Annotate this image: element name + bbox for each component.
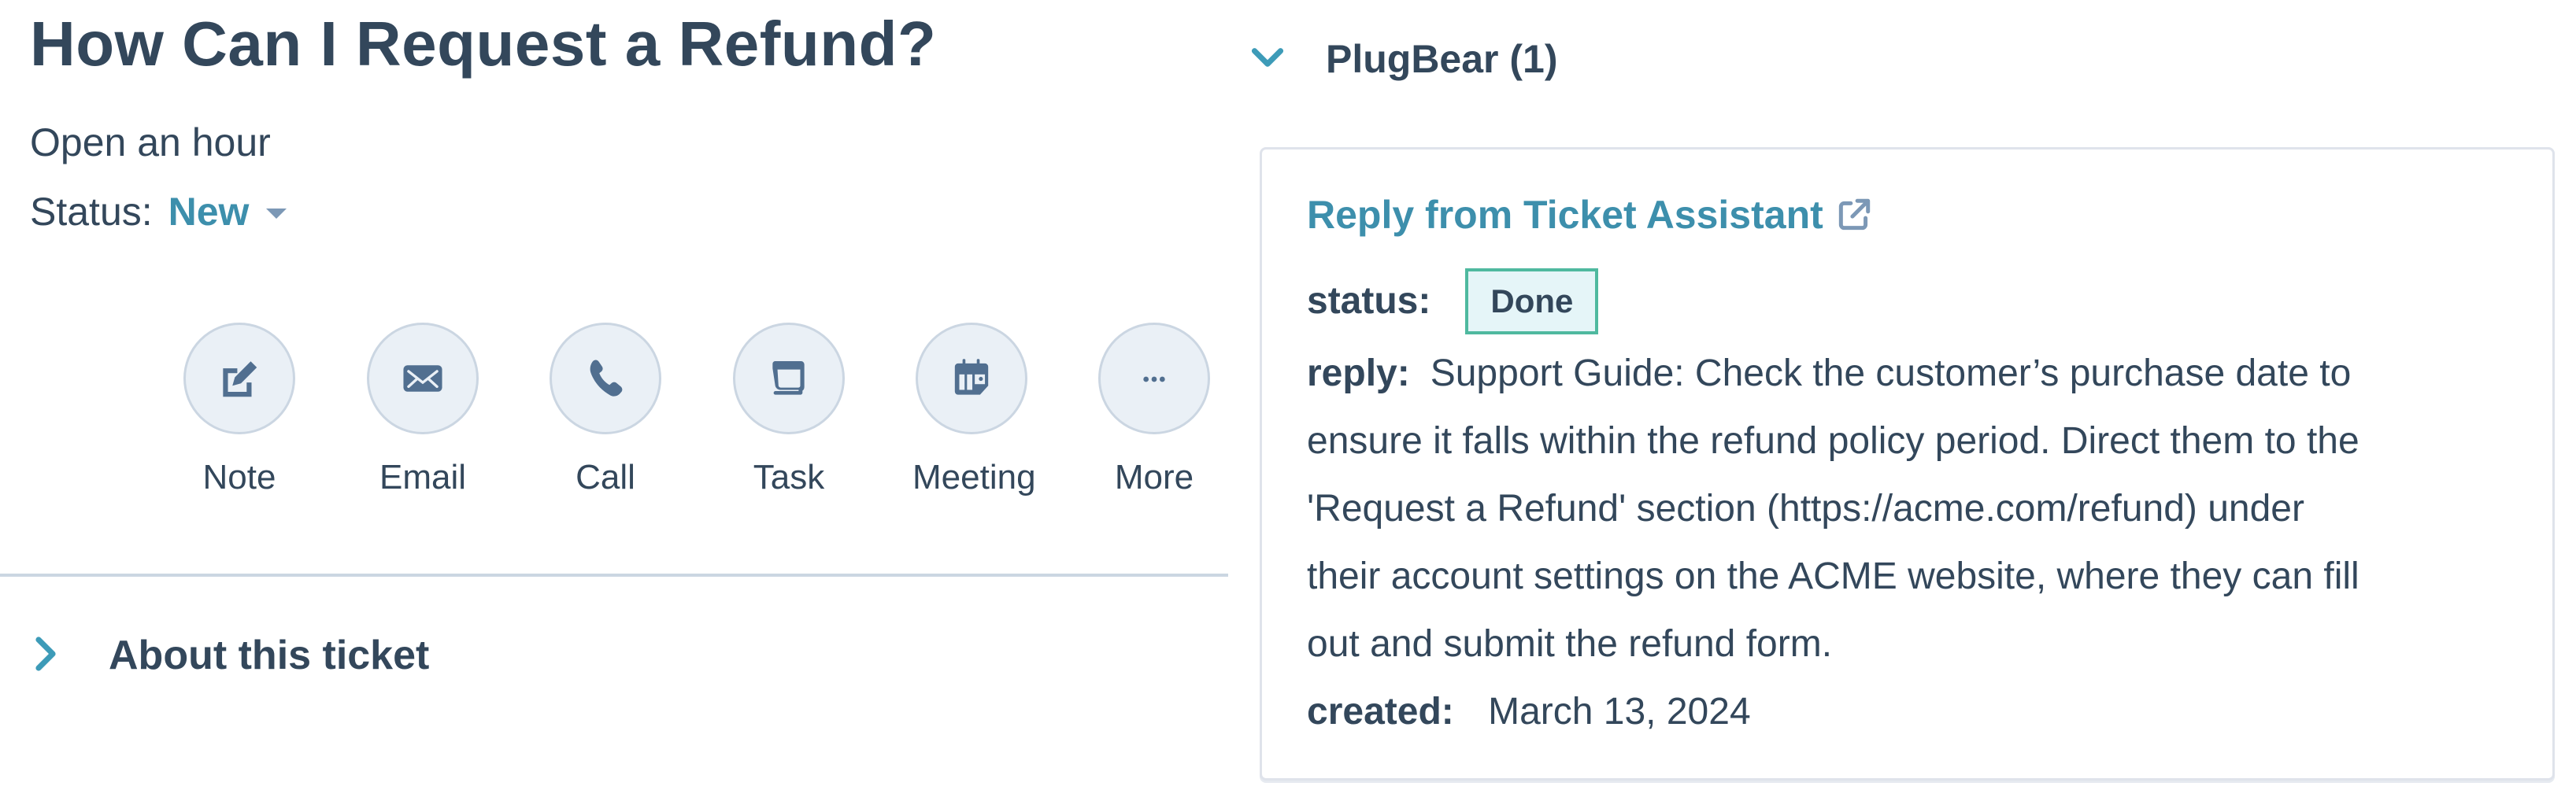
note-edit-icon — [223, 361, 257, 397]
reply-text-line: their account settings on the ACME websi… — [1307, 555, 2359, 597]
ticket-title: How Can I Request a Refund? — [30, 9, 937, 79]
call-action-button[interactable]: Call — [546, 323, 664, 499]
note-action-circle[interactable] — [183, 323, 295, 434]
more-action-label: More — [1114, 458, 1194, 496]
more-action-circle[interactable] — [1098, 323, 1210, 434]
status-label: Status: — [30, 190, 153, 234]
reply-key: reply: — [1307, 352, 1410, 394]
reply-text-line: 'Request a Refund' section (https://acme… — [1307, 488, 2304, 530]
call-action-label: Call — [576, 458, 635, 496]
reply-from-ticket-assistant-link[interactable]: Reply from Ticket Assistant — [1307, 189, 1874, 241]
phone-icon — [590, 360, 623, 397]
status-key: status: — [1307, 280, 1431, 322]
note-action-label: Note — [202, 458, 276, 496]
task-action-circle[interactable] — [733, 323, 845, 434]
email-icon — [403, 365, 442, 392]
created-value: March 13, 2024 — [1488, 691, 1751, 733]
more-action-button[interactable]: More — [1095, 323, 1213, 499]
card-created-field: created: March 13, 2024 — [1307, 678, 1751, 746]
caret-down-icon — [266, 208, 287, 219]
chevron-down-icon — [1250, 44, 1285, 75]
status-value: New — [168, 190, 250, 234]
note-action-button[interactable]: Note — [180, 323, 298, 499]
ticket-status-row: Status: New — [30, 186, 287, 238]
reply-link-text: Reply from Ticket Assistant — [1307, 193, 1823, 237]
section-divider — [0, 574, 1228, 577]
about-ticket-label: About this ticket — [109, 633, 430, 678]
task-action-button[interactable]: Task — [730, 323, 848, 499]
card-reply-field: reply: Support Guide: Check the customer’… — [1307, 340, 2535, 678]
card-status-field: status: Done — [1307, 268, 1599, 335]
status-badge: Done — [1465, 268, 1599, 334]
call-action-circle[interactable] — [550, 323, 661, 434]
reply-text-line: Support Guide: Check the customer’s purc… — [1430, 352, 2352, 394]
plugbear-header-label: PlugBear (1) — [1326, 37, 1558, 81]
created-key: created: — [1307, 691, 1454, 733]
reply-line: reply: Support Guide: Check the customer’… — [1307, 340, 2535, 408]
meeting-action-circle[interactable] — [916, 323, 1027, 434]
task-action-label: Task — [753, 458, 825, 496]
meeting-action-label: Meeting — [912, 458, 1036, 496]
status-dropdown[interactable]: New — [168, 186, 287, 238]
email-action-label: Email — [379, 458, 467, 496]
reply-text-line: out and submit the refund form. — [1307, 623, 1833, 665]
external-link-icon — [1838, 198, 1870, 231]
meeting-action-button[interactable]: Meeting — [912, 323, 1036, 499]
reply-text-line: ensure it falls within the refund policy… — [1307, 420, 2359, 462]
email-action-circle[interactable] — [367, 323, 479, 434]
email-action-button[interactable]: Email — [364, 323, 482, 499]
more-dots-icon — [1143, 376, 1165, 382]
about-ticket-toggle[interactable]: About this ticket — [31, 629, 429, 681]
ticket-open-time: Open an hour — [30, 120, 271, 164]
calendar-icon — [954, 359, 989, 395]
task-icon — [772, 361, 805, 395]
chevron-right-icon — [31, 635, 60, 677]
plugbear-section-toggle[interactable]: PlugBear (1) — [1250, 33, 1558, 85]
